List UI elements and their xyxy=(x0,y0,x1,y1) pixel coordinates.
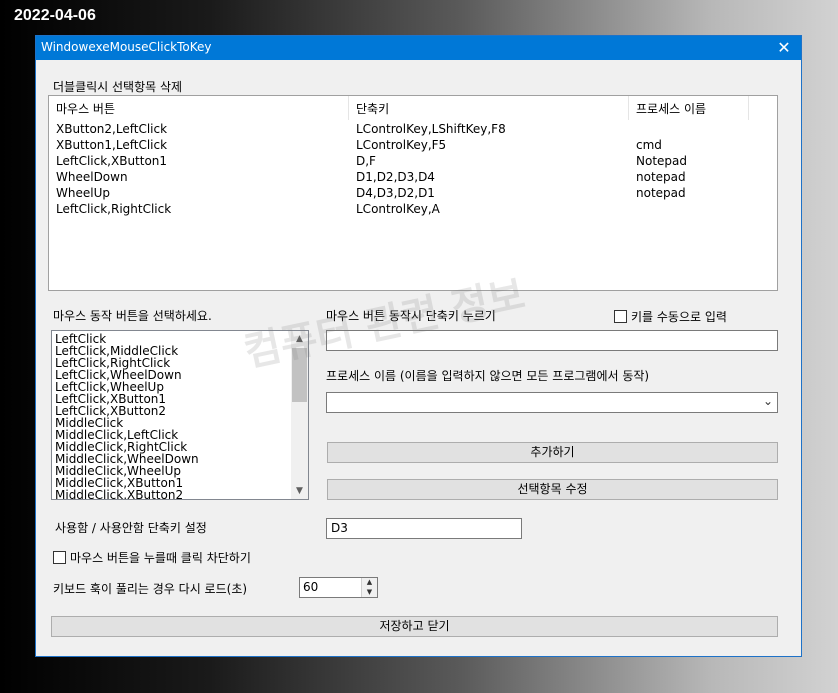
title-bar[interactable]: WindowexeMouseClickToKey ✕ xyxy=(36,36,801,60)
table-row[interactable]: LeftClick,XButton1 D,F Notepad xyxy=(49,154,749,170)
column-process[interactable]: 프로세스 이름 xyxy=(629,96,749,120)
table-row[interactable]: LeftClick,RightClick LControlKey,A xyxy=(49,202,749,218)
cell-buttons: LeftClick,XButton1 xyxy=(56,154,168,168)
shortcut-press-label: 마우스 버튼 동작시 단축키 누르기 xyxy=(326,309,496,323)
mapping-listview[interactable]: 마우스 버튼 단축키 프로세스 이름 XButton2,LeftClick LC… xyxy=(48,95,778,291)
stepper-buttons: ▲ ▼ xyxy=(361,578,377,597)
window-title: WindowexeMouseClickToKey xyxy=(41,40,212,54)
block-click-checkbox[interactable] xyxy=(53,551,66,564)
add-button[interactable]: 추가하기 xyxy=(327,442,778,463)
table-row[interactable]: WheelUp D4,D3,D2,D1 notepad xyxy=(49,186,749,202)
cell-process: cmd xyxy=(636,138,662,152)
cell-buttons: WheelDown xyxy=(56,170,128,184)
toggle-hotkey-input[interactable]: D3 xyxy=(326,518,522,539)
reload-label: 키보드 훅이 풀리는 경우 다시 로드(초) xyxy=(53,582,248,596)
table-row[interactable]: XButton2,LeftClick LControlKey,LShiftKey… xyxy=(49,122,749,138)
edit-selected-button[interactable]: 선택항목 수정 xyxy=(327,479,778,500)
save-and-close-button[interactable]: 저장하고 닫기 xyxy=(51,616,778,637)
close-icon[interactable]: ✕ xyxy=(767,36,801,60)
cell-keys: LControlKey,LShiftKey,F8 xyxy=(356,122,506,136)
process-label: 프로세스 이름 (이름을 입력하지 않으면 모든 프로그램에서 동작) xyxy=(326,369,650,383)
cell-process: notepad xyxy=(636,170,686,184)
scroll-thumb[interactable] xyxy=(292,348,307,402)
cell-process: notepad xyxy=(636,186,686,200)
manual-key-checkbox[interactable] xyxy=(614,310,627,323)
column-mouse-button[interactable]: 마우스 버튼 xyxy=(49,96,349,120)
process-combobox[interactable]: ⌄ xyxy=(326,392,778,413)
scroll-up-icon[interactable]: ▲ xyxy=(291,331,308,347)
column-shortcut[interactable]: 단축키 xyxy=(349,96,629,120)
scroll-down-icon[interactable]: ▼ xyxy=(291,483,308,499)
cell-keys: LControlKey,A xyxy=(356,202,440,216)
table-row[interactable]: WheelDown D1,D2,D3,D4 notepad xyxy=(49,170,749,186)
manual-key-label: 키를 수동으로 입력 xyxy=(631,310,727,324)
toggle-hotkey-label: 사용함 / 사용안함 단축키 설정 xyxy=(55,521,207,535)
shortcut-input[interactable] xyxy=(326,330,778,351)
decrement-icon[interactable]: ▼ xyxy=(362,587,377,597)
mouse-action-label: 마우스 동작 버튼을 선택하세요. xyxy=(53,309,212,323)
chevron-down-icon[interactable]: ⌄ xyxy=(763,394,773,408)
table-row[interactable]: XButton1,LeftClick LControlKey,F5 cmd xyxy=(49,138,749,154)
listbox-scrollbar[interactable]: ▲ ▼ xyxy=(291,331,308,499)
reload-seconds-stepper[interactable]: 60 ▲ ▼ xyxy=(299,577,378,598)
cell-buttons: WheelUp xyxy=(56,186,110,200)
mouse-action-listbox[interactable]: LeftClick LeftClick,MiddleClick LeftClic… xyxy=(51,330,309,500)
cell-keys: D,F xyxy=(356,154,376,168)
cell-process: Notepad xyxy=(636,154,687,168)
cell-keys: D1,D2,D3,D4 xyxy=(356,170,435,184)
app-window: WindowexeMouseClickToKey ✕ 더블클릭시 선택항목 삭제… xyxy=(35,35,802,657)
cell-buttons: XButton1,LeftClick xyxy=(56,138,168,152)
block-click-label: 마우스 버튼을 누를때 클릭 차단하기 xyxy=(70,551,251,565)
listview-header: 마우스 버튼 단축키 프로세스 이름 xyxy=(49,96,749,120)
desktop-date: 2022-04-06 xyxy=(14,7,96,24)
cell-keys: D4,D3,D2,D1 xyxy=(356,186,435,200)
reload-seconds-value[interactable]: 60 xyxy=(303,580,318,594)
list-section-label: 더블클릭시 선택항목 삭제 xyxy=(53,80,183,94)
list-item[interactable]: MiddleClick,XButton2 xyxy=(55,489,183,499)
cell-buttons: LeftClick,RightClick xyxy=(56,202,172,216)
cell-buttons: XButton2,LeftClick xyxy=(56,122,168,136)
cell-keys: LControlKey,F5 xyxy=(356,138,447,152)
